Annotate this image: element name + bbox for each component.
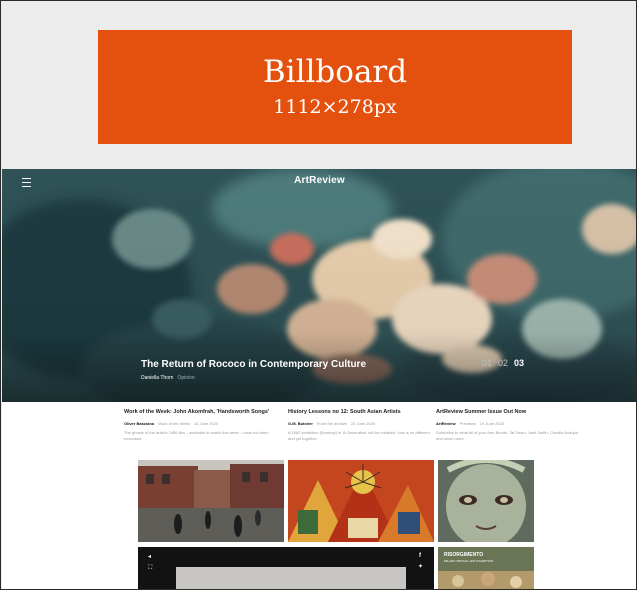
article-dek: A 1962 exhibition (Bombay) in 'A Generat… (288, 430, 430, 441)
article-dek: The ghosts of the artist's 1986 film – a… (124, 430, 269, 441)
article-thumbnail-street[interactable] (138, 460, 284, 542)
article-meta: G.M. Butcher From the archive 22 June 2020 (288, 421, 434, 426)
hero-byline: Daniella Thorn Opinion (141, 375, 195, 381)
face-photo (438, 460, 534, 542)
billboard-title: Billboard (262, 54, 408, 90)
billboard-ad[interactable]: Billboard 1112×278px (98, 30, 572, 144)
article-date: 16 June 2020 (193, 421, 219, 426)
twitter-icon[interactable]: ✦ (418, 564, 423, 570)
article-meta: ArtReview Previews 19 June 2020 (436, 421, 582, 426)
pager-item-02[interactable]: 02 (498, 358, 508, 368)
hero-section[interactable]: Opinion (177, 375, 194, 381)
article-card[interactable]: History Lessons no 12: South Asian Artis… (288, 409, 434, 441)
article-section[interactable]: Previews (460, 421, 476, 426)
hero-title[interactable]: The Return of Rococo in Contemporary Cul… (141, 359, 366, 370)
article-author[interactable]: Oliver Basciano (124, 421, 154, 426)
pager-item-03[interactable]: 03 (514, 358, 524, 368)
article-grid: Work of the Week: John Akomfrah, 'Handsw… (2, 402, 636, 589)
hero-author[interactable]: Daniella Thorn (141, 375, 173, 381)
article-headline[interactable]: ArtReview Summer Issue Out Now (436, 409, 582, 416)
promo-subtitle: MILANO VIRTUAL ART EXHIBITION (444, 559, 494, 563)
pager-item-01[interactable]: 01 (482, 358, 492, 368)
article-card[interactable]: ArtReview Summer Issue Out Now ArtReview… (436, 409, 582, 441)
article-meta: Oliver Basciano Work of the Week 16 June 2… (124, 421, 270, 426)
site-logo[interactable]: ArtReview (2, 175, 636, 186)
play-icon[interactable]: ◂ (148, 554, 151, 560)
promo-card[interactable]: RISORGIMENTO MILANO VIRTUAL ART EXHIBITI… (438, 547, 534, 589)
article-card[interactable]: Work of the Week: John Akomfrah, 'Handsw… (124, 409, 270, 441)
hero-slider[interactable]: ArtReview The Return of Rococo in Contem… (2, 169, 636, 402)
fullscreen-icon[interactable]: ⛶ (148, 565, 152, 571)
page-frame: Billboard 1112×278px ArtReview The Retur… (0, 0, 637, 590)
article-date: 19 June 2020 (479, 421, 505, 426)
hero-pager: 01 02 03 (482, 358, 530, 368)
article-headline[interactable]: Work of the Week: John Akomfrah, 'Handsw… (124, 409, 270, 416)
article-date: 22 June 2020 (350, 421, 376, 426)
article-thumbnail-painting[interactable] (288, 460, 434, 542)
video-player[interactable]: ◂ ⛶ f ✦ (138, 547, 434, 589)
folk-painting (288, 460, 434, 542)
street-photo (138, 460, 284, 542)
video-frame (176, 567, 406, 589)
billboard-size: 1112×278px (273, 96, 397, 118)
promo-title: RISORGIMENTO (444, 552, 484, 558)
article-headline[interactable]: History Lessons no 12: South Asian Artis… (288, 409, 434, 416)
article-dek: Subscribe to what all of your Arm Bonds,… (436, 430, 579, 441)
article-section[interactable]: Work of the Week (158, 421, 190, 426)
article-thumbnail-face[interactable] (438, 460, 534, 542)
article-author[interactable]: ArtReview (436, 421, 456, 426)
article-section[interactable]: From the archive (317, 421, 347, 426)
article-author[interactable]: G.M. Butcher (288, 421, 313, 426)
facebook-icon[interactable]: f (419, 553, 421, 559)
